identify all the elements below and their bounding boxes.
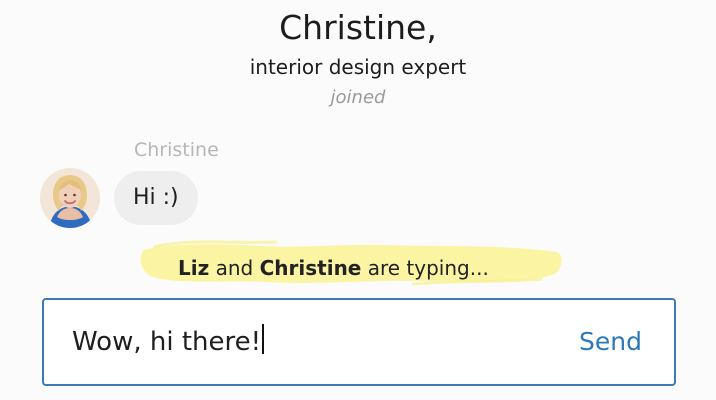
message-sender-name: Christine bbox=[134, 139, 219, 161]
message-bubble: Hi :) bbox=[114, 171, 198, 225]
typing-user-2: Christine bbox=[259, 256, 362, 280]
join-status-text: joined bbox=[330, 87, 386, 108]
text-caret bbox=[262, 324, 265, 354]
person-avatar-icon bbox=[40, 168, 100, 228]
chat-panel: Christine, interior design expert joined… bbox=[0, 0, 716, 400]
message-input[interactable]: Wow, hi there! bbox=[72, 318, 542, 366]
typing-indicator: Liz and Christine are typing... bbox=[178, 254, 489, 282]
message-input-text: Wow, hi there! bbox=[72, 327, 262, 357]
avatar bbox=[40, 168, 100, 228]
typing-suffix: are typing... bbox=[367, 256, 489, 280]
joined-user-role: interior design expert bbox=[249, 55, 467, 79]
send-button[interactable]: Send bbox=[579, 324, 642, 360]
typing-user-1: Liz bbox=[178, 256, 210, 280]
joined-user-name: Christine, bbox=[279, 8, 437, 47]
message-composer: Wow, hi there! Send bbox=[42, 298, 676, 386]
typing-conjunction: and bbox=[215, 256, 254, 280]
